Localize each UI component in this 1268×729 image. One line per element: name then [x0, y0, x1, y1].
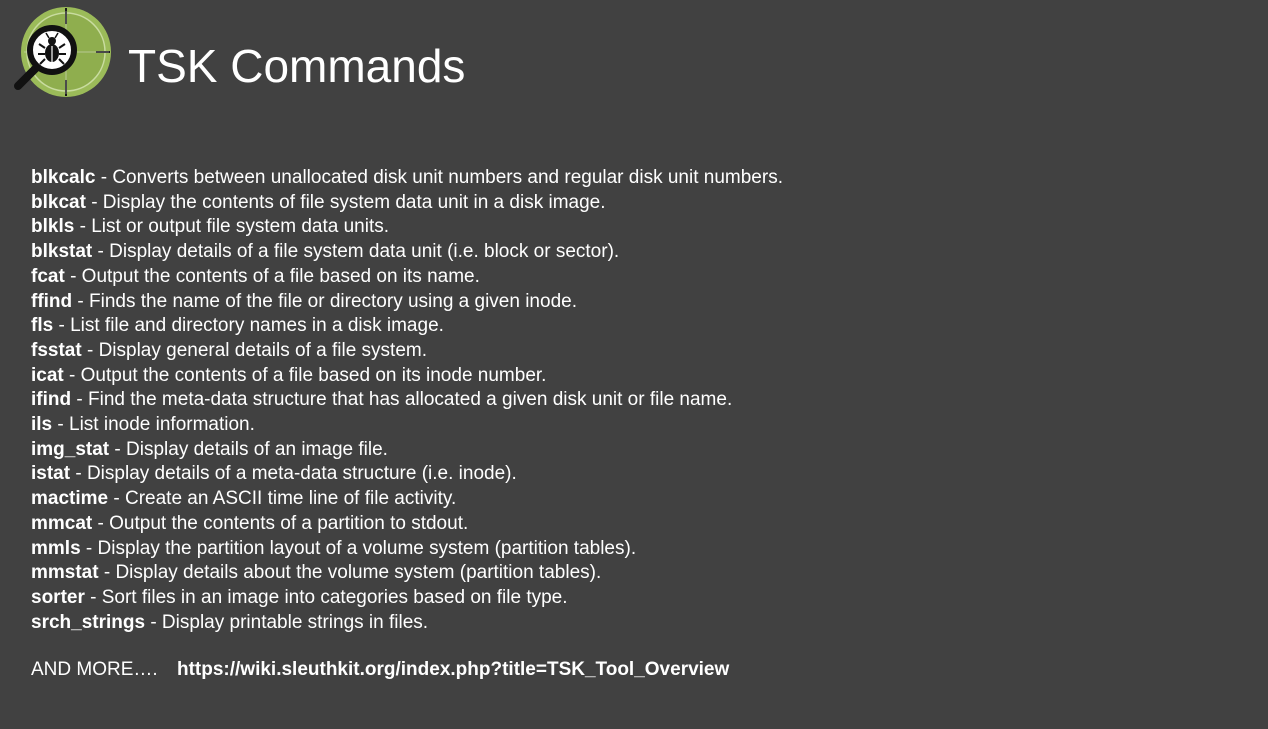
command-description: - Output the contents of a file based on… — [63, 364, 547, 386]
list-item: img_stat - Display details of an image f… — [31, 438, 783, 463]
command-description: - Sort files in an image into categories… — [84, 586, 568, 608]
command-list: blkcalc - Converts between unallocated d… — [31, 166, 783, 635]
command-name: srch_strings — [31, 611, 146, 633]
more-label: AND MORE…. — [31, 659, 158, 680]
list-item: mactime - Create an ASCII time line of f… — [31, 487, 783, 512]
list-item: fsstat - Display general details of a fi… — [31, 339, 783, 364]
command-name: ifind — [31, 389, 72, 411]
command-name: mactime — [31, 488, 109, 510]
command-description: - Display the partition layout of a volu… — [80, 537, 637, 559]
list-item: blkcalc - Converts between unallocated d… — [31, 166, 783, 191]
page-title: TSK Commands — [128, 40, 466, 92]
command-description: - Output the contents of a file based on… — [64, 265, 480, 287]
command-name: ffind — [31, 290, 73, 312]
command-description: - Display the contents of file system da… — [85, 191, 606, 213]
list-item: mmstat - Display details about the volum… — [31, 561, 783, 586]
command-name: fcat — [31, 265, 65, 287]
command-description: - Find the meta-data structure that has … — [71, 389, 733, 411]
command-description: - Output the contents of a partition to … — [92, 512, 469, 534]
command-description: - Create an ASCII time line of file acti… — [108, 488, 457, 510]
command-name: img_stat — [31, 438, 110, 460]
command-description: - Display details of a meta-data structu… — [70, 463, 517, 485]
command-description: - Finds the name of the file or director… — [72, 290, 577, 312]
command-name: mmls — [31, 537, 81, 559]
command-description: - Display details of a file system data … — [92, 241, 620, 263]
slide: TSK Commands blkcalc - Converts between … — [0, 0, 1268, 729]
list-item: blkstat - Display details of a file syst… — [31, 240, 783, 265]
command-description: - Display general details of a file syst… — [81, 339, 427, 361]
command-description: - Converts between unallocated disk unit… — [95, 167, 783, 188]
list-item: icat - Output the contents of a file bas… — [31, 364, 783, 389]
command-description: - List inode information. — [52, 414, 255, 436]
command-name: icat — [31, 364, 64, 386]
list-item: srch_strings - Display printable strings… — [31, 611, 783, 636]
command-name: mmstat — [31, 562, 99, 584]
command-name: blkls — [31, 216, 75, 238]
command-description: - Display details of an image file. — [109, 438, 388, 460]
footer: AND MORE…. https://wiki.sleuthkit.org/in… — [31, 658, 729, 682]
list-item: sorter - Sort files in an image into cat… — [31, 586, 783, 611]
command-name: ils — [31, 414, 53, 436]
magnifier-bug-icon — [14, 7, 111, 97]
command-description: - List or output file system data units. — [74, 216, 390, 238]
command-name: sorter — [31, 586, 85, 608]
list-item: ifind - Find the meta-data structure tha… — [31, 388, 783, 413]
list-item: ils - List inode information. — [31, 413, 783, 438]
command-name: blkstat — [31, 241, 93, 263]
list-item: mmcat - Output the contents of a partiti… — [31, 512, 783, 537]
list-item: fls - List file and directory names in a… — [31, 314, 783, 339]
command-description: - Display details about the volume syste… — [98, 562, 602, 584]
list-item: istat - Display details of a meta-data s… — [31, 462, 783, 487]
command-description: - Display printable strings in files. — [145, 611, 429, 633]
command-name: istat — [31, 463, 71, 485]
command-description: - List file and directory names in a dis… — [53, 315, 444, 337]
command-name: mmcat — [31, 512, 93, 534]
command-name: blkcalc — [31, 167, 96, 188]
command-name: fsstat — [31, 339, 82, 361]
command-name: fls — [31, 315, 54, 337]
command-name: blkcat — [31, 191, 86, 213]
list-item: blkls - List or output file system data … — [31, 215, 783, 240]
tsk-overview-link[interactable]: https://wiki.sleuthkit.org/index.php?tit… — [177, 659, 729, 680]
list-item: blkcat - Display the contents of file sy… — [31, 191, 783, 216]
list-item: ffind - Finds the name of the file or di… — [31, 290, 783, 315]
list-item: mmls - Display the partition layout of a… — [31, 537, 783, 562]
list-item: fcat - Output the contents of a file bas… — [31, 265, 783, 290]
